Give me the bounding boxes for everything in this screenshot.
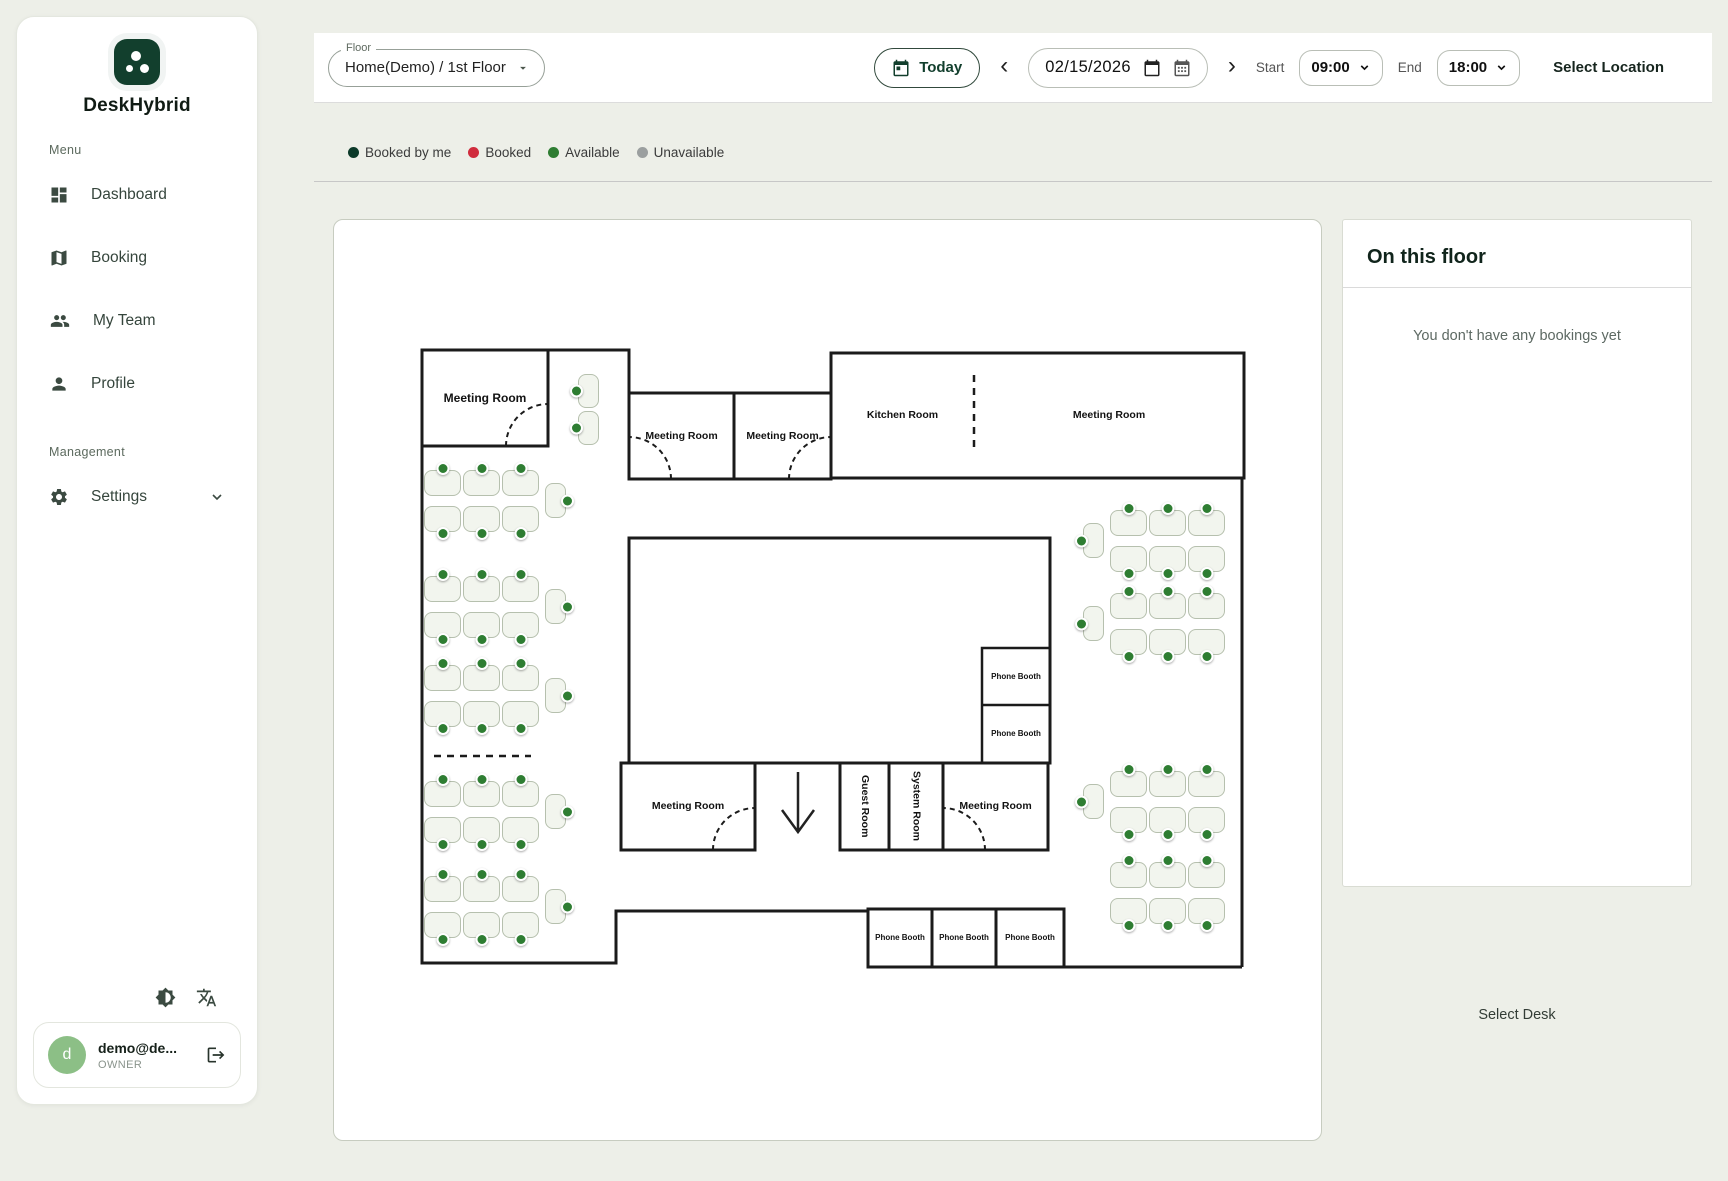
chevron-down-icon <box>209 489 225 505</box>
floor-select-value: Home(Demo) / 1st Floor <box>345 59 506 76</box>
start-time-value: 09:00 <box>1311 59 1349 76</box>
today-label: Today <box>919 59 962 76</box>
sidebar-item-label: Dashboard <box>91 186 167 204</box>
room-label: Meeting Room <box>621 763 755 850</box>
room-label: Phone Booth <box>996 909 1064 967</box>
calendar-outline-icon[interactable] <box>1143 59 1161 77</box>
room-label: Meeting Room <box>422 350 548 446</box>
room-label: Meeting Room <box>734 393 831 479</box>
legend-dot <box>637 147 648 158</box>
end-time-value: 18:00 <box>1449 59 1487 76</box>
sidebar-item-label: Settings <box>91 488 147 506</box>
legend-item: Booked <box>468 145 531 160</box>
empty-bookings-message: You don't have any bookings yet <box>1343 328 1691 344</box>
room-label: System Room <box>889 763 943 850</box>
sidebar-item-label: Profile <box>91 375 135 393</box>
theme-toggle-icon[interactable] <box>155 987 176 1008</box>
user-email: demo@de... <box>98 1040 177 1056</box>
end-time-select[interactable]: 18:00 <box>1437 50 1520 86</box>
floor-select-label: Floor <box>341 42 376 54</box>
select-desk-label: Select Desk <box>1342 1007 1692 1023</box>
room-label: Guest Room <box>840 763 889 850</box>
legend-item: Available <box>548 145 620 160</box>
sidebar-item-booking[interactable]: Booking <box>29 236 245 280</box>
language-icon[interactable] <box>196 987 217 1008</box>
chevron-down-icon <box>1358 61 1371 74</box>
team-icon <box>49 311 71 331</box>
today-button[interactable]: Today <box>874 48 980 88</box>
management-section-label: Management <box>49 445 257 459</box>
start-time-label: Start <box>1256 60 1285 75</box>
user-role-badge: OWNER <box>98 1059 177 1071</box>
start-time-select[interactable]: 09:00 <box>1299 50 1382 86</box>
legend: Booked by me Booked Available Unavailable <box>348 145 724 160</box>
room-label: Phone Booth <box>932 909 996 967</box>
map-icon <box>49 248 69 268</box>
content-divider <box>314 181 1712 182</box>
end-time-label: End <box>1398 60 1422 75</box>
sidebar-item-label: My Team <box>93 312 156 330</box>
legend-dot <box>548 147 559 158</box>
floor-plan-card[interactable]: Meeting RoomMeeting RoomMeeting RoomKitc… <box>333 219 1322 1141</box>
legend-dot <box>468 147 479 158</box>
sidebar: DeskHybrid Menu Dashboard Booking My Tea… <box>16 16 258 1105</box>
sidebar-item-label: Booking <box>91 249 147 267</box>
calendar-month-icon[interactable] <box>1173 59 1191 77</box>
legend-item: Unavailable <box>637 145 725 160</box>
topbar: Floor Home(Demo) / 1st Floor Today ‹ 02/… <box>314 33 1712 103</box>
select-location-button[interactable]: Select Location <box>1553 59 1664 76</box>
prev-day-button[interactable]: ‹ <box>995 54 1013 82</box>
app-title: DeskHybrid <box>83 95 191 117</box>
on-this-floor-panel: On this floor You don't have any booking… <box>1342 219 1692 887</box>
room-label: Meeting Room <box>943 763 1048 850</box>
sidebar-item-profile[interactable]: Profile <box>29 362 245 406</box>
panel-title: On this floor <box>1343 220 1691 288</box>
next-day-button[interactable]: › <box>1223 54 1241 82</box>
sidebar-item-settings[interactable]: Settings <box>29 475 245 519</box>
floor-plan-rooms: Meeting RoomMeeting RoomMeeting RoomKitc… <box>334 220 1321 1140</box>
user-card[interactable]: d demo@de... OWNER <box>33 1022 241 1088</box>
logout-icon[interactable] <box>206 1045 226 1065</box>
room-label: Meeting Room <box>629 393 734 479</box>
date-value: 02/15/2026 <box>1045 58 1131 77</box>
person-icon <box>49 374 69 394</box>
app-logo-icon <box>114 39 160 85</box>
room-label: Phone Booth <box>982 648 1050 705</box>
legend-dot <box>348 147 359 158</box>
room-label: Meeting Room <box>974 353 1244 478</box>
sidebar-item-dashboard[interactable]: Dashboard <box>29 173 245 217</box>
room-label: Phone Booth <box>868 909 932 967</box>
room-label: Kitchen Room <box>831 353 974 478</box>
caret-down-icon <box>516 61 530 75</box>
dashboard-icon <box>49 185 69 205</box>
chevron-down-icon <box>1495 61 1508 74</box>
legend-item: Booked by me <box>348 145 451 160</box>
date-input[interactable]: 02/15/2026 <box>1028 48 1208 88</box>
menu-section-label: Menu <box>49 143 257 157</box>
room-label: Phone Booth <box>982 705 1050 763</box>
avatar: d <box>48 1036 86 1074</box>
sidebar-item-my-team[interactable]: My Team <box>29 299 245 343</box>
gear-icon <box>49 487 69 507</box>
calendar-today-icon <box>892 59 910 77</box>
floor-select[interactable]: Floor Home(Demo) / 1st Floor <box>328 49 545 87</box>
